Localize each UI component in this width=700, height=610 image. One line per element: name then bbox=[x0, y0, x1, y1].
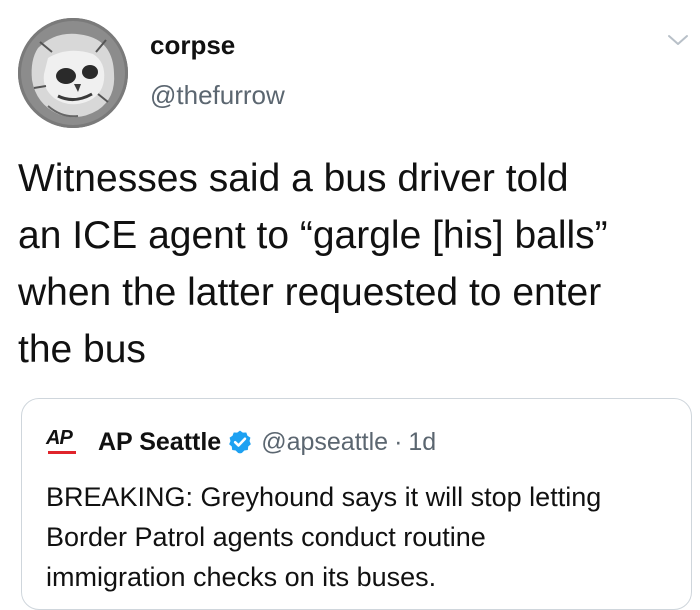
quoted-text-line: BREAKING: Greyhound says it will stop le… bbox=[46, 482, 602, 512]
quoted-tweet-text: BREAKING: Greyhound says it will stop le… bbox=[46, 477, 686, 597]
tweet-text-line: the bus bbox=[18, 328, 146, 371]
quoted-display-name[interactable]: AP Seattle bbox=[98, 428, 221, 457]
display-name[interactable]: corpse bbox=[150, 30, 235, 61]
quoted-timestamp[interactable]: 1d bbox=[408, 428, 436, 457]
ap-logo[interactable]: AP bbox=[46, 427, 84, 457]
user-avatar[interactable] bbox=[18, 18, 128, 128]
tweet-text-line: Witnesses said a bus driver told bbox=[18, 157, 569, 200]
ap-logo-text: AP bbox=[46, 427, 73, 449]
user-handle[interactable]: @thefurrow bbox=[150, 80, 285, 111]
ap-logo-bar bbox=[48, 451, 76, 454]
quoted-tweet-header: AP AP Seattle @apseattle · 1d bbox=[46, 425, 436, 459]
skull-avatar-icon bbox=[18, 18, 128, 128]
tweet[interactable]: corpse @thefurrow Witnesses said a bus d… bbox=[0, 0, 700, 610]
tweet-text: Witnesses said a bus driver told an ICE … bbox=[18, 150, 690, 378]
quoted-text-line: Border Patrol agents conduct routine bbox=[46, 522, 486, 552]
quoted-user-handle[interactable]: @apseattle bbox=[261, 428, 388, 457]
separator-dot: · bbox=[394, 427, 403, 456]
chevron-down-icon[interactable] bbox=[666, 30, 690, 50]
tweet-text-line: an ICE agent to “gargle [his] balls” bbox=[18, 214, 608, 257]
quoted-text-line: immigration checks on its buses. bbox=[46, 562, 437, 592]
tweet-text-line: when the latter requested to enter bbox=[18, 271, 602, 314]
verified-badge-icon bbox=[229, 430, 252, 454]
quoted-tweet-card[interactable]: AP AP Seattle @apseattle · 1d BREAKING: … bbox=[21, 398, 692, 610]
